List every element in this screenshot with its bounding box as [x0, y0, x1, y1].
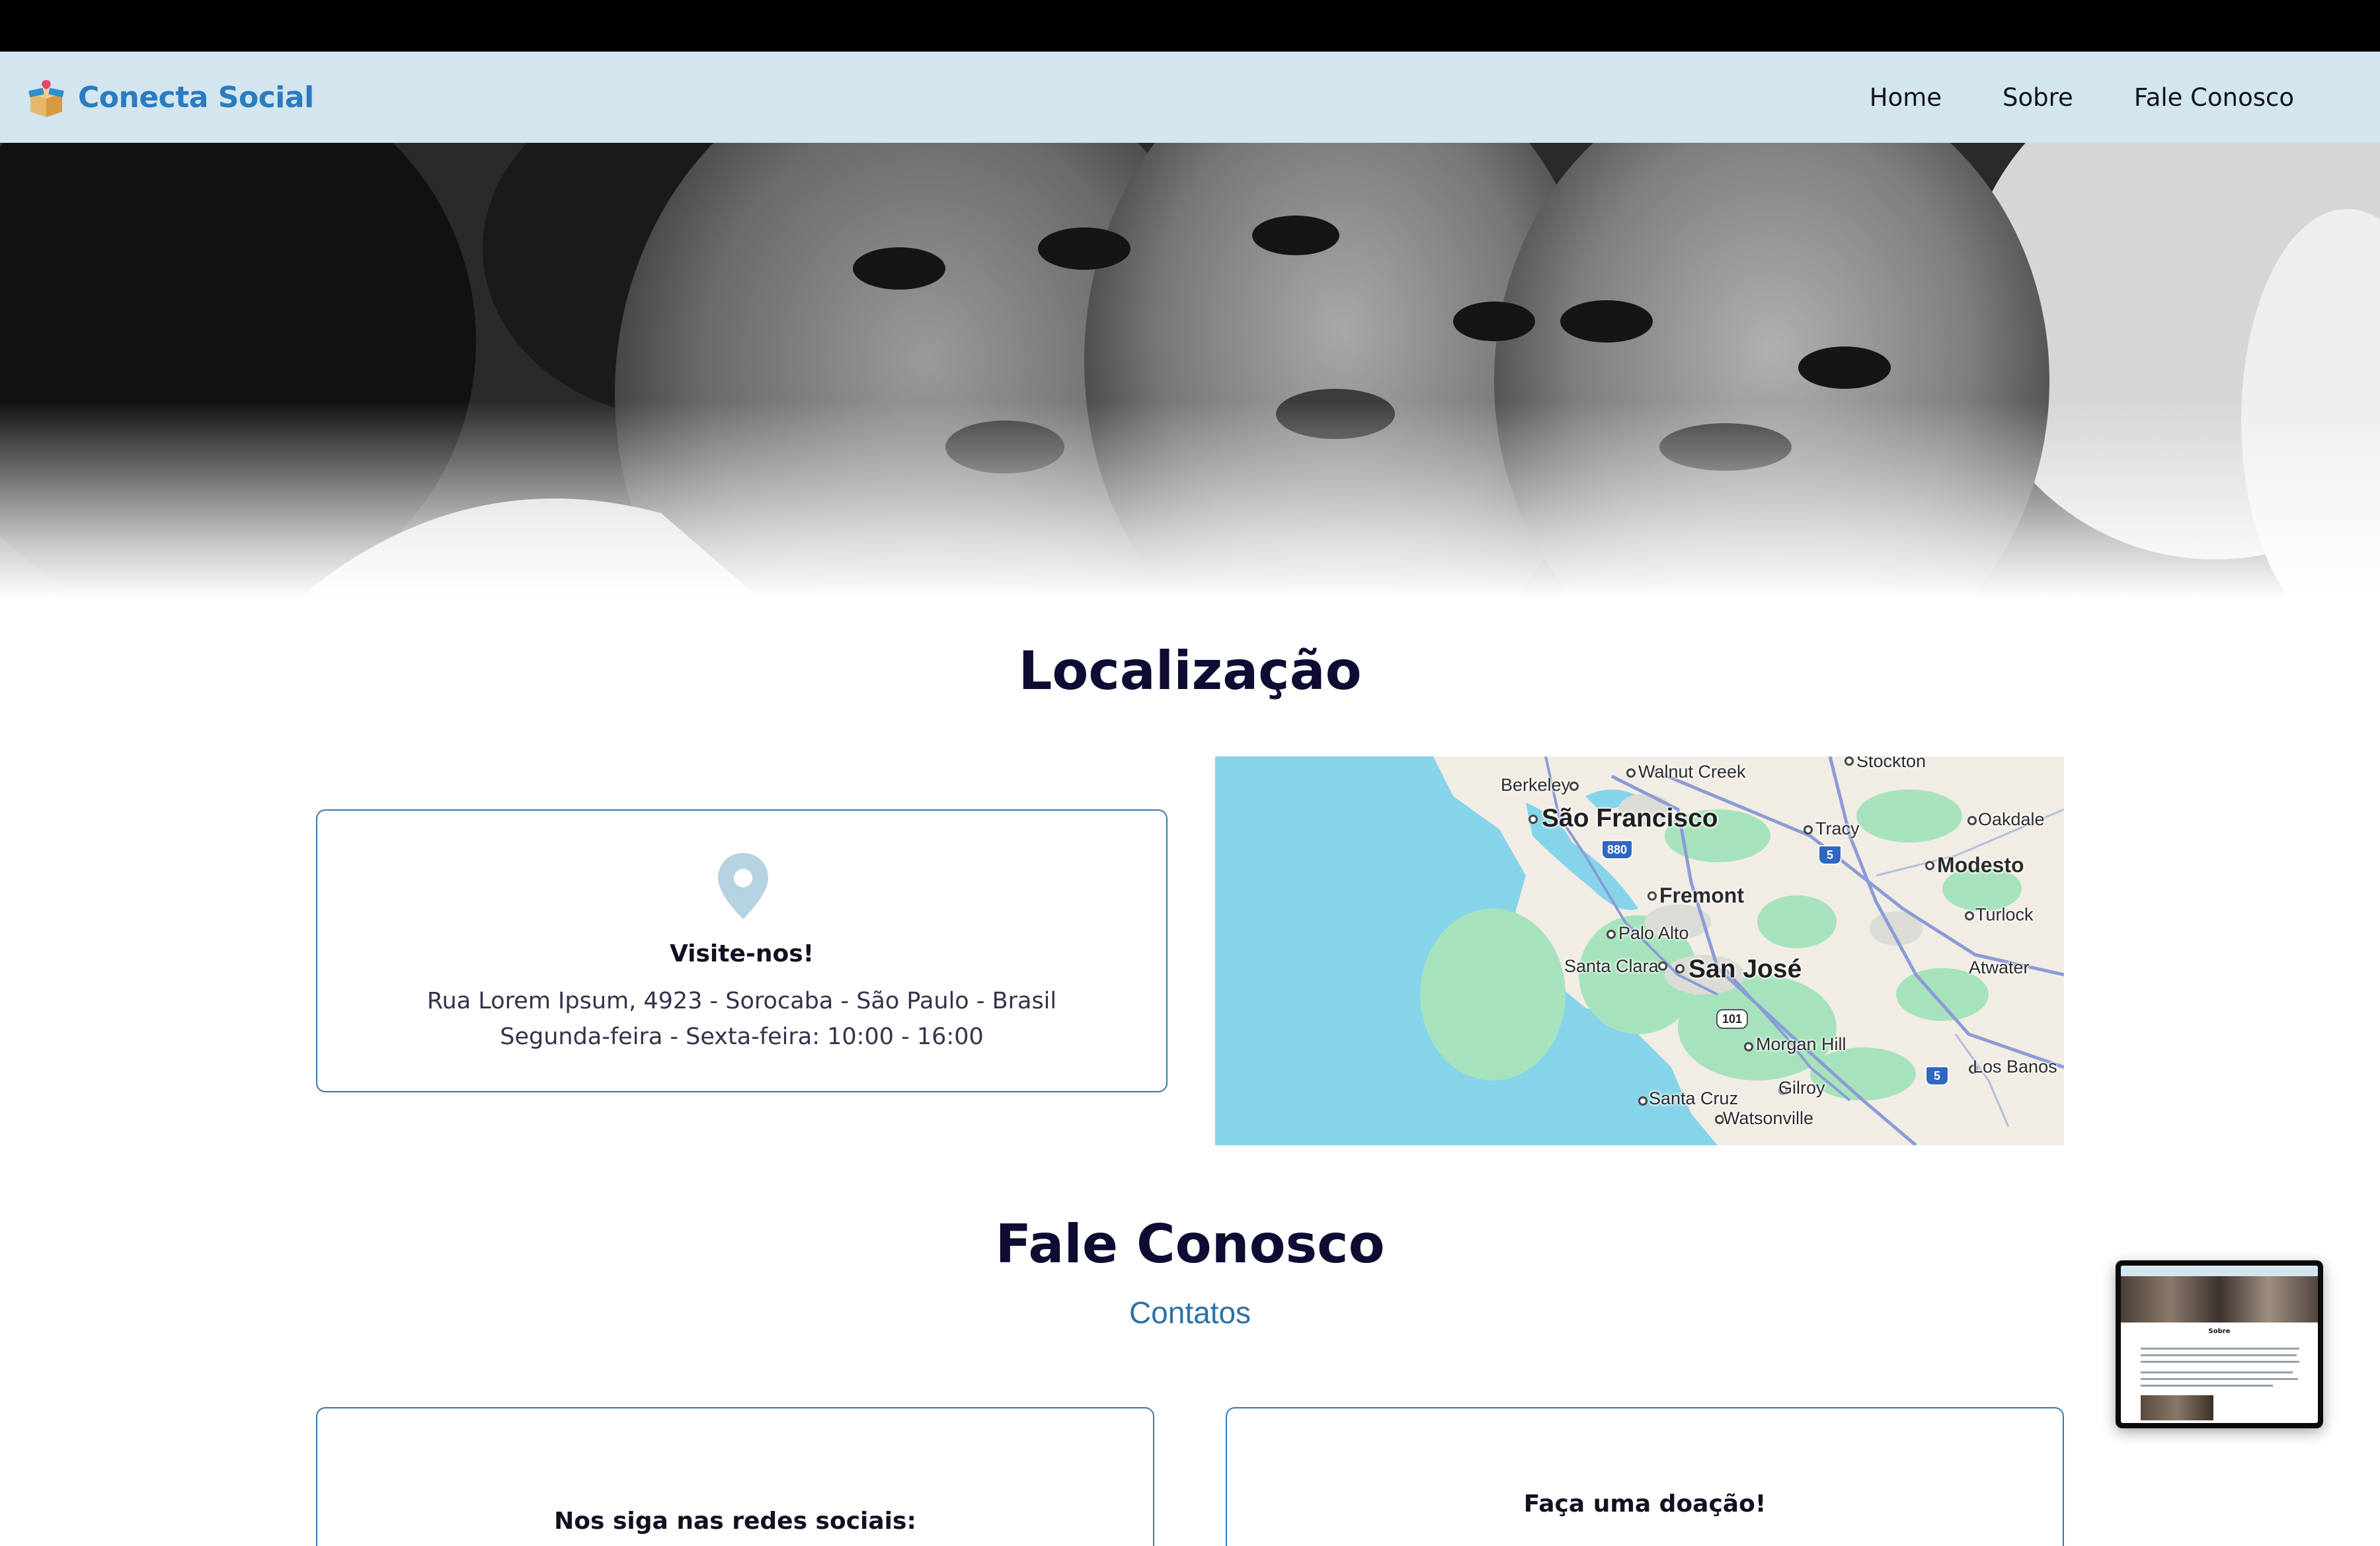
map-label-morgan-hill: Morgan Hill: [1756, 1034, 1846, 1054]
navbar: Conecta Social Home Sobre Fale Conosco: [0, 52, 2380, 143]
map-dot-modesto: [1925, 861, 1934, 870]
donation-card: Faça uma doação!: [1226, 1407, 2064, 1546]
address-text: Rua Lorem Ipsum, 4923 - Sorocaba - São P…: [426, 988, 1057, 1014]
map-dot-turlock: [1965, 911, 1974, 920]
map-dot-berkeley: [1569, 782, 1579, 791]
map-dot-oakdale: [1967, 816, 1977, 825]
contact-title: Fale Conosco: [995, 1213, 1385, 1275]
hero-fade-overlay: [0, 401, 2380, 599]
map-dot-santa-clara: [1658, 961, 1667, 971]
main-nav: Home Sobre Fale Conosco: [1870, 52, 2294, 143]
preview-title: Sobre: [2208, 1328, 2231, 1335]
social-heading: Nos siga nas redes sociais:: [554, 1508, 916, 1535]
visit-card: Visite-nos! Rua Lorem Ipsum, 4923 - Soro…: [316, 809, 1168, 1092]
map-label-turlock: Turlock: [1975, 905, 2034, 924]
preview-text-line: [2141, 1348, 2299, 1350]
map-label-oakdale: Oakdale: [1978, 809, 2045, 829]
brand-name: Conecta Social: [78, 80, 314, 114]
preview-text-line: [2141, 1378, 2298, 1380]
map-label-santa-cruz: Santa Cruz: [1649, 1088, 1739, 1108]
map-label-atwater: Atwater: [1969, 957, 2030, 977]
map-label-palo-alto: Palo Alto: [1618, 923, 1689, 943]
location-pin-icon: [718, 853, 768, 919]
map-label-gilroy: Gilroy: [1778, 1078, 1825, 1098]
donate-heading: Faça uma doação!: [1523, 1490, 1766, 1518]
map-dot-sao-francisco: [1528, 815, 1538, 824]
nav-sobre[interactable]: Sobre: [2003, 83, 2073, 112]
map-dot-tracy: [1804, 825, 1813, 834]
nav-fale-conosco[interactable]: Fale Conosco: [2134, 83, 2294, 112]
map-label-los-banos: Los Banos: [1973, 1057, 2057, 1077]
brand-link[interactable]: Conecta Social: [26, 74, 314, 120]
map-label-santa-clara: Santa Clara: [1564, 956, 1659, 976]
map-dot-morgan-hill: [1744, 1042, 1753, 1051]
map-dot-santa-cruz: [1638, 1096, 1647, 1106]
preview-text-line: [2141, 1354, 2297, 1356]
interstate-5-shield-icon: 5: [1818, 845, 1842, 865]
visit-heading: Visite-nos!: [669, 940, 814, 967]
embedded-map[interactable]: Stockton Walnut Creek Berkeley São Franc…: [1215, 756, 2064, 1145]
page-preview-thumbnail[interactable]: Sobre: [2116, 1260, 2323, 1428]
map-dot-fremont: [1647, 891, 1657, 901]
map-label-watsonville: Watsonville: [1723, 1108, 1814, 1128]
map-label-fremont: Fremont: [1659, 883, 1744, 907]
interstate-880-shield-icon: 880: [1601, 840, 1633, 860]
preview-image: [2141, 1395, 2213, 1420]
hero-banner-image: [0, 143, 2380, 599]
contact-subtitle: Contatos: [1129, 1295, 1251, 1330]
map-label-berkeley: Berkeley: [1501, 775, 1571, 795]
map-label-walnut-creek: Walnut Creek: [1638, 762, 1746, 782]
map-label-stockton: Stockton: [1856, 756, 1926, 771]
map-dot-walnut-creek: [1626, 768, 1636, 778]
map-dot-palo-alto: [1606, 930, 1616, 939]
map-label-sao-francisco: São Francisco: [1542, 804, 1718, 833]
preview-navbar: [2121, 1266, 2318, 1276]
donation-box-logo-icon: [28, 80, 64, 117]
map-label-san-jose: San José: [1688, 955, 1802, 983]
map-dot-stockton: [1844, 756, 1854, 766]
map-dot-san-jose: [1675, 964, 1685, 973]
preview-content: Sobre: [2121, 1266, 2318, 1423]
social-media-card: Nos siga nas redes sociais:: [316, 1407, 1154, 1546]
preview-hero-image: [2121, 1276, 2318, 1322]
browser-top-bar: [0, 0, 2380, 52]
map-label-modesto: Modesto: [1937, 853, 2024, 877]
preview-text-line: [2141, 1385, 2273, 1387]
preview-text-line: [2141, 1371, 2293, 1373]
us-101-shield-icon: 101: [1716, 1009, 1748, 1029]
nav-home[interactable]: Home: [1870, 83, 1942, 112]
location-title: Localização: [1018, 640, 1362, 702]
interstate-5-south-shield-icon: 5: [1925, 1066, 1949, 1086]
opening-hours-text: Segunda-feira - Sexta-feira: 10:00 - 16:…: [500, 1024, 984, 1050]
map-label-tracy: Tracy: [1815, 819, 1860, 838]
preview-text-line: [2141, 1361, 2299, 1363]
